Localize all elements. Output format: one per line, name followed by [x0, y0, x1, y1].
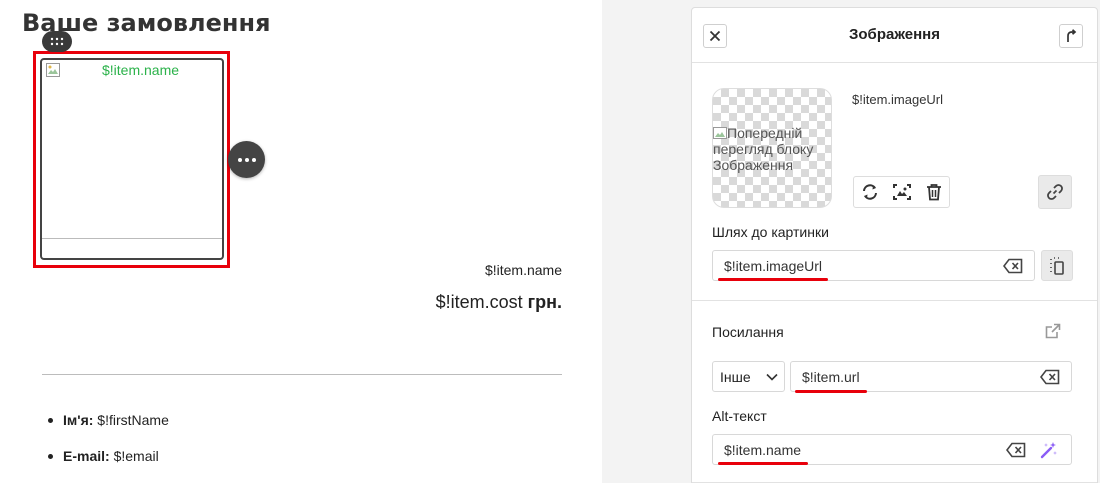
- list-item: E-mail: $!email: [48, 448, 169, 464]
- detail-value: $!firstName: [97, 412, 169, 428]
- image-block[interactable]: $!item.name: [40, 58, 224, 260]
- image-settings-panel: Зображення Попередній перегляд блоку Зоб…: [691, 7, 1098, 483]
- detail-label: E-mail:: [63, 448, 110, 464]
- preview-alt-text: Попередній перегляд блоку Зображення: [713, 125, 818, 173]
- alt-text-input[interactable]: $!item.name: [712, 434, 1072, 465]
- highlight-underline: [795, 390, 867, 393]
- link-type-value: Інше: [720, 369, 751, 385]
- drag-handle-icon[interactable]: [42, 31, 72, 52]
- external-link-icon[interactable]: [1045, 323, 1061, 339]
- link-url-value: $!item.url: [802, 369, 860, 385]
- detail-label: Ім'я:: [63, 412, 94, 428]
- image-tools: [853, 176, 950, 208]
- magic-wand-icon[interactable]: [1039, 440, 1059, 460]
- panel-header: Зображення: [692, 8, 1097, 63]
- image-path-input[interactable]: $!item.imageUrl: [712, 250, 1035, 281]
- crop-icon[interactable]: [892, 183, 912, 201]
- link-label: Посилання: [712, 324, 784, 340]
- panel-title: Зображення: [849, 26, 940, 43]
- broken-image-icon: [46, 63, 60, 77]
- email-canvas: Ваше замовлення $!item.name $!item.name …: [0, 0, 602, 483]
- clear-icon[interactable]: [1006, 442, 1026, 458]
- image-alt-text: $!item.name: [102, 62, 180, 78]
- detail-value: $!email: [113, 448, 159, 464]
- image-block-divider: [42, 238, 222, 239]
- customer-details-list: Ім'я: $!firstName E-mail: $!email: [48, 412, 169, 483]
- alt-text-value: $!item.name: [724, 442, 802, 458]
- preview-alt-label: Попередній перегляд блоку Зображення: [713, 125, 814, 173]
- replace-icon[interactable]: [861, 183, 879, 201]
- clear-icon[interactable]: [1040, 369, 1060, 385]
- section-separator: [692, 300, 1097, 301]
- item-cost: $!item.cost грн.: [436, 292, 562, 313]
- clear-icon[interactable]: [1003, 258, 1023, 274]
- pin-icon[interactable]: [1059, 24, 1083, 48]
- trash-icon[interactable]: [926, 183, 942, 201]
- preview-url: $!item.imageUrl: [852, 92, 944, 107]
- image-preview: Попередній перегляд блоку Зображення: [712, 88, 832, 208]
- link-icon[interactable]: [1038, 175, 1072, 209]
- item-name-text: $!item.name: [484, 262, 562, 278]
- highlight-underline: [718, 462, 808, 465]
- image-path-label: Шлях до картинки: [712, 224, 829, 240]
- chevron-down-icon: [766, 373, 778, 381]
- broken-image-icon: [713, 127, 727, 139]
- item-cost-value: $!item.cost: [435, 292, 523, 312]
- currency-label: грн.: [527, 292, 562, 312]
- alt-text-label: Alt-текст: [712, 408, 767, 424]
- link-url-input[interactable]: $!item.url: [790, 361, 1072, 392]
- image-path-value: $!item.imageUrl: [724, 258, 823, 274]
- more-options-icon[interactable]: [228, 141, 265, 178]
- link-type-select[interactable]: Інше: [712, 361, 785, 392]
- copy-icon[interactable]: [1041, 250, 1073, 281]
- highlight-underline: [718, 278, 828, 281]
- list-item: Ім'я: $!firstName: [48, 412, 169, 428]
- divider: [42, 374, 562, 375]
